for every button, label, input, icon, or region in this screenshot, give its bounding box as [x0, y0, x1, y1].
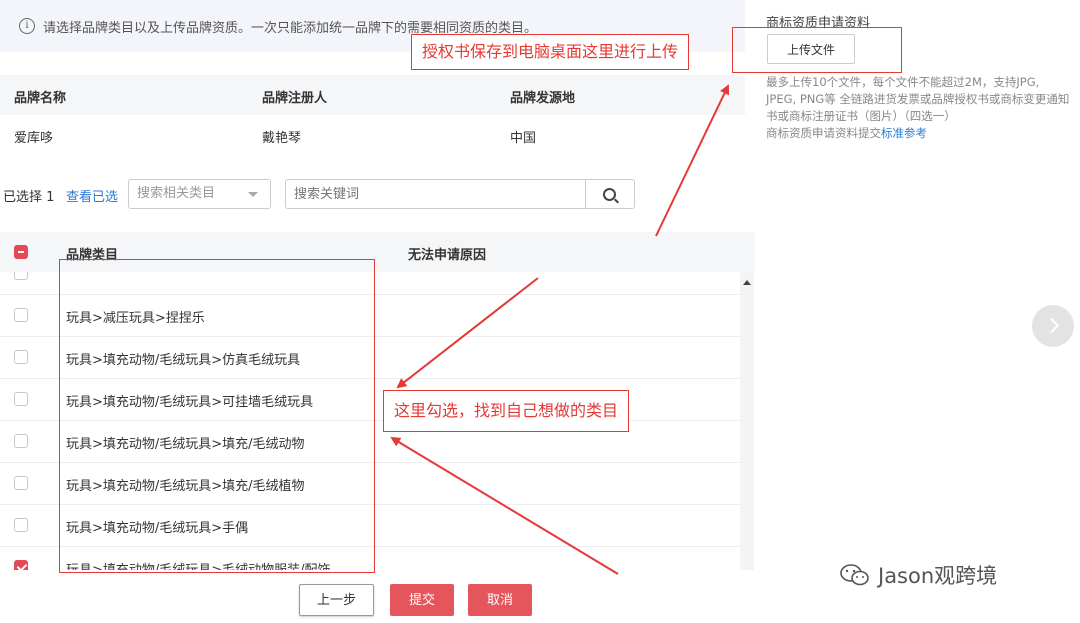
- row-checkbox[interactable]: [14, 272, 28, 280]
- standard-reference-link[interactable]: 标准参考: [881, 126, 927, 140]
- search-icon: [603, 188, 616, 201]
- brand-name-value: 爱库哆: [14, 131, 54, 146]
- upload-hint-text: 最多上传10个文件，每个文件不能超过2M，支持JPG, JPEG, PNG等 全…: [766, 75, 1070, 123]
- row-checkbox[interactable]: [14, 476, 28, 490]
- search-button[interactable]: [585, 179, 635, 209]
- row-checkbox[interactable]: [14, 518, 28, 532]
- category-highlight-box: [59, 259, 375, 573]
- view-selected-link[interactable]: 查看已选: [66, 186, 118, 205]
- category-select-placeholder: 搜索相关类目: [137, 186, 216, 201]
- prev-step-button[interactable]: 上一步: [299, 584, 374, 616]
- submit-button[interactable]: 提交: [390, 584, 454, 616]
- brand-table-header: 品牌名称 品牌注册人 品牌发源地: [0, 75, 745, 115]
- wechat-icon: [840, 564, 870, 586]
- row-checkbox[interactable]: [14, 434, 28, 448]
- info-icon: i: [19, 18, 35, 34]
- select-all-checkbox[interactable]: [14, 245, 28, 259]
- watermark-text: Jason观跨境: [878, 564, 998, 588]
- brand-registrant-header: 品牌注册人: [262, 91, 328, 106]
- row-checkbox[interactable]: [14, 350, 28, 364]
- cancel-button[interactable]: 取消: [468, 584, 532, 616]
- reason-column-header: 无法申请原因: [408, 248, 487, 263]
- check-annotation: 这里勾选，找到自己想做的类目: [383, 390, 630, 432]
- scrollbar[interactable]: [740, 272, 754, 570]
- upload-highlight-box: [732, 27, 902, 73]
- row-checkbox[interactable]: [14, 308, 28, 322]
- row-checkbox-checked[interactable]: [14, 560, 28, 570]
- keyword-search-input[interactable]: [285, 179, 585, 209]
- category-search-select[interactable]: 搜索相关类目: [128, 179, 271, 209]
- brand-registrant-value: 戴艳琴: [262, 131, 302, 146]
- standard-hint-text: 商标资质申请资料提交: [766, 126, 881, 140]
- brand-name-header: 品牌名称: [14, 91, 67, 106]
- notice-text: 请选择品牌类目以及上传品牌资质。一次只能添加统一品牌下的需要相同资质的类目。: [43, 20, 538, 36]
- chevron-down-icon: [248, 192, 258, 197]
- next-arrow-button[interactable]: [1032, 305, 1074, 347]
- watermark: Jason观跨境: [840, 560, 997, 590]
- upload-hint: 最多上传10个文件，每个文件不能超过2M，支持JPG, JPEG, PNG等 全…: [766, 74, 1071, 142]
- row-checkbox[interactable]: [14, 392, 28, 406]
- selected-count: 已选择 1: [3, 190, 55, 205]
- brand-table-row: 爱库哆 戴艳琴 中国: [0, 115, 745, 155]
- upload-annotation: 授权书保存到电脑桌面这里进行上传: [411, 34, 690, 70]
- brand-origin-value: 中国: [510, 131, 537, 146]
- brand-origin-header: 品牌发源地: [510, 91, 576, 106]
- scroll-up-icon[interactable]: [743, 280, 751, 285]
